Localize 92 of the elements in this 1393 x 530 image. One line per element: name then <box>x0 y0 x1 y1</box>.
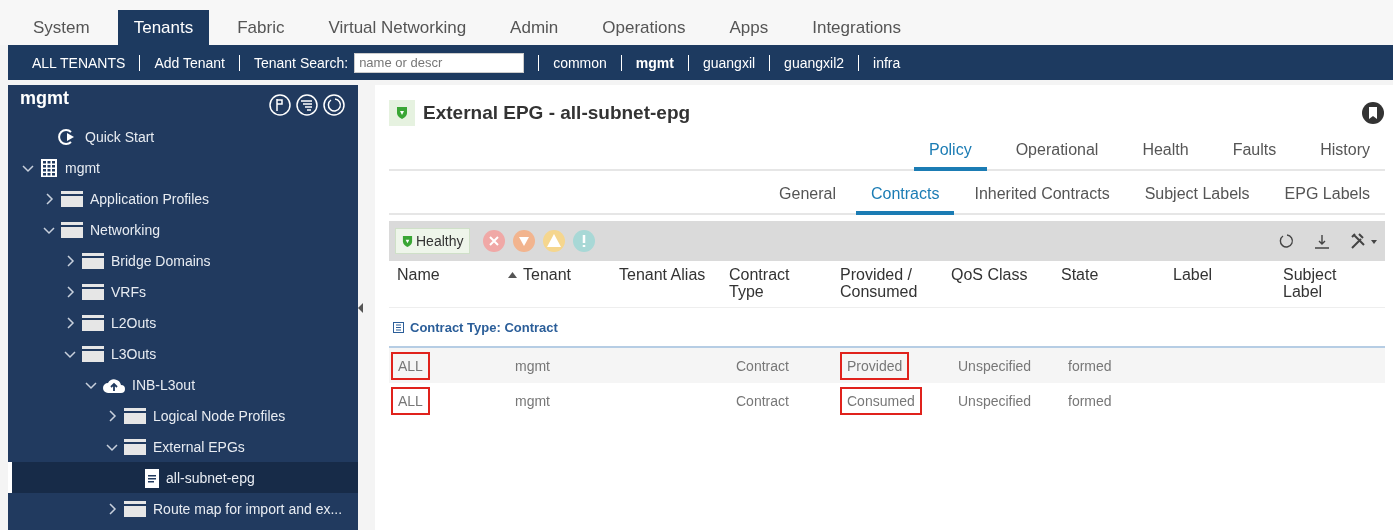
tree-item[interactable]: L3Outs <box>8 338 358 369</box>
column-header[interactable]: Name <box>389 261 500 307</box>
refresh-icon[interactable] <box>322 93 346 117</box>
table-cell-text: Contract <box>735 356 790 376</box>
tree-item[interactable]: External EPGs <box>8 431 358 462</box>
subtab[interactable]: Subject Labels <box>1129 185 1265 215</box>
tree-item[interactable]: INB-L3out <box>8 369 358 400</box>
panel-title: External EPG - all-subnet-epg <box>423 102 692 124</box>
cloud-upload-icon <box>103 376 125 393</box>
subtab[interactable]: Inherited Contracts <box>959 185 1125 215</box>
tab[interactable]: Health <box>1127 141 1204 171</box>
folder-icon <box>82 314 104 331</box>
table-row[interactable]: ALL mgmt Contract Provided Unspecified formed <box>389 348 1385 383</box>
tree-item[interactable]: Networking <box>8 214 358 245</box>
folder-icon <box>82 345 104 362</box>
column-header[interactable]: Tenant <box>500 261 611 307</box>
tree-item[interactable]: all-subnet-epg <box>8 462 358 493</box>
tree-item[interactable]: Route map for import and ex... <box>8 493 358 524</box>
collapse-icon[interactable] <box>393 321 404 333</box>
nav-link[interactable]: Add Tenant <box>154 54 225 71</box>
tree-item[interactable]: VRFs <box>8 276 358 307</box>
caret-icon[interactable] <box>64 254 76 267</box>
caret-icon[interactable] <box>106 502 118 515</box>
menu-tab[interactable]: Apps <box>713 10 785 45</box>
nav-link[interactable]: ALL TENANTS <box>32 54 126 71</box>
table-cell-text: formed <box>1067 391 1113 411</box>
folder-icon <box>82 252 104 269</box>
column-header[interactable]: State <box>1053 261 1165 307</box>
tab[interactable]: Policy <box>914 141 987 171</box>
table-cell-text: Unspecified <box>957 356 1033 376</box>
menu-tab[interactable]: Virtual Networking <box>312 10 483 45</box>
table-cell: ALL <box>391 351 430 380</box>
table-cell-text: Contract <box>735 391 790 411</box>
search-field[interactable]: name or descr <box>354 52 525 73</box>
menu-tab[interactable]: System <box>17 10 106 45</box>
table-cell-text: mgmt <box>514 356 551 376</box>
tree-item[interactable]: Bridge Domains <box>8 245 358 276</box>
building-icon <box>40 157 58 178</box>
refresh-icon[interactable] <box>1277 232 1295 250</box>
document-icon <box>145 467 159 488</box>
bookmark-icon[interactable] <box>1361 101 1385 125</box>
tenant-link[interactable]: guangxil2 <box>784 54 845 71</box>
tree-item[interactable]: Quick Start <box>8 121 358 152</box>
tab[interactable]: History <box>1305 141 1385 171</box>
sidebar-title: mgmt <box>20 87 69 109</box>
tenant-link[interactable]: infra <box>873 54 901 71</box>
tenant-link[interactable]: common <box>553 54 607 71</box>
tree-item[interactable]: L2Outs <box>8 307 358 338</box>
list-icon[interactable] <box>295 93 319 117</box>
subtab[interactable]: EPG Labels <box>1269 185 1385 215</box>
tools-icon[interactable] <box>1349 231 1379 251</box>
folder-icon <box>124 500 146 517</box>
caret-icon[interactable] <box>43 192 55 205</box>
menu-tab[interactable]: Fabric <box>221 10 301 45</box>
column-header[interactable]: Contract Type <box>721 261 832 307</box>
menu-tab[interactable]: Integrations <box>796 10 918 45</box>
tree-item[interactable]: Logical Node Profiles <box>8 400 358 431</box>
caret-icon[interactable] <box>64 316 76 329</box>
folder-icon <box>61 221 83 238</box>
table-cell-text: formed <box>1067 356 1113 376</box>
table-cell-text: mgmt <box>514 391 551 411</box>
column-header[interactable]: QoS Class <box>943 261 1053 307</box>
folder-icon <box>82 283 104 300</box>
folder-icon <box>124 407 146 424</box>
tenant-link[interactable]: guangxil <box>702 54 756 71</box>
tab[interactable]: Faults <box>1217 141 1292 171</box>
subtab[interactable]: General <box>764 185 851 215</box>
caret-icon[interactable] <box>64 285 76 298</box>
search-label: Tenant Search: <box>253 54 349 71</box>
column-header[interactable]: Label <box>1165 261 1275 307</box>
column-header[interactable]: Provided / Consumed <box>832 261 943 307</box>
folder-icon <box>124 438 146 455</box>
table-cell: ALL <box>391 386 430 415</box>
menu-tab[interactable]: Tenants <box>117 10 210 45</box>
subtab[interactable]: Contracts <box>856 185 955 215</box>
tree-item[interactable]: mgmt <box>8 152 358 183</box>
column-header[interactable]: Tenant Alias <box>611 261 721 307</box>
tenant-link[interactable]: mgmt <box>635 54 674 71</box>
column-header[interactable]: Subject Label <box>1275 261 1385 307</box>
table-cell-text: Unspecified <box>957 391 1033 411</box>
health-badge[interactable]: Healthy <box>395 228 471 254</box>
tree-item[interactable]: Application Profiles <box>8 183 358 214</box>
menu-tab[interactable]: Operations <box>586 10 702 45</box>
menu-tab[interactable]: Admin <box>494 10 575 45</box>
tab[interactable]: Operational <box>1000 141 1114 171</box>
group-heading: Contract Type: Contract <box>410 319 558 335</box>
shield-icon <box>389 100 415 126</box>
folder-icon <box>61 190 83 207</box>
sort-up-icon <box>508 272 517 278</box>
caret-icon[interactable] <box>106 409 118 422</box>
table-cell: Provided <box>840 351 910 380</box>
table-cell: Consumed <box>840 386 922 415</box>
